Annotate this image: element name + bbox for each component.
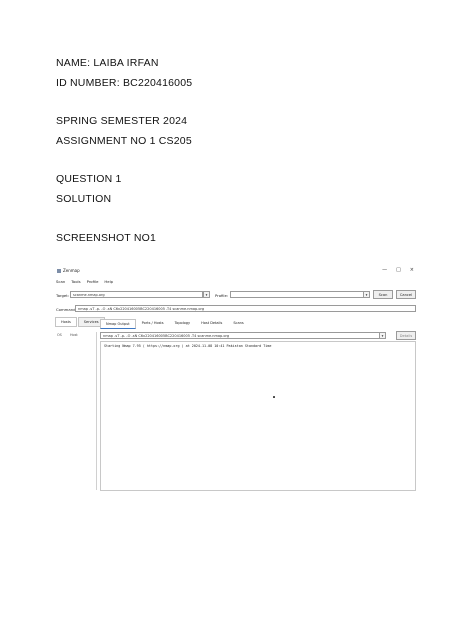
left-tabs: Hosts Services <box>55 317 106 327</box>
output-dropdown-icon[interactable]: ▾ <box>379 332 386 339</box>
tab-host-details[interactable]: Host Details <box>196 319 227 329</box>
tab-topology[interactable]: Topology <box>170 319 195 329</box>
zenmap-screenshot: Zenmap — □ × Scan Tools Profile Help Tar… <box>53 266 418 492</box>
output-tabs: Nmap Output Ports / Hosts Topology Host … <box>100 319 250 329</box>
scan-button[interactable]: Scan <box>373 290 393 299</box>
assignment-title: ASSIGNMENT NO 1 CS205 <box>56 135 192 147</box>
os-column-header[interactable]: OS <box>57 333 62 337</box>
menu-bar: Scan Tools Profile Help <box>56 279 113 284</box>
host-column-header[interactable]: Host <box>70 333 78 337</box>
target-label: Target: <box>56 293 70 298</box>
solution-heading: SOLUTION <box>56 193 112 205</box>
tab-ports-hosts[interactable]: Ports / Hosts <box>137 319 169 329</box>
zenmap-app-icon <box>57 269 61 273</box>
details-button[interactable]: Details <box>396 331 416 340</box>
close-icon[interactable]: × <box>410 267 414 273</box>
output-text: Starting Nmap 7.95 ( https://nmap.org ) … <box>104 344 272 348</box>
tab-scans[interactable]: Scans <box>228 319 248 329</box>
profile-label: Profile: <box>215 293 229 298</box>
command-label: Command: <box>56 307 77 312</box>
window-title: Zenmap <box>63 268 80 273</box>
student-name: NAME: LAIBA IRFAN <box>56 57 159 69</box>
menu-tools[interactable]: Tools <box>71 279 80 284</box>
cursor-dot <box>273 396 275 398</box>
tab-nmap-output[interactable]: Nmap Output <box>100 319 136 329</box>
maximize-icon[interactable]: □ <box>396 267 401 273</box>
screenshot-heading: SCREENSHOT NO1 <box>56 232 157 244</box>
target-input[interactable]: scanme.nmap.org <box>70 291 203 298</box>
menu-help[interactable]: Help <box>104 279 113 284</box>
minimize-icon[interactable]: — <box>382 267 387 273</box>
student-id: ID NUMBER: BC220416005 <box>56 77 193 89</box>
window-titlebar: Zenmap — □ × <box>53 266 418 277</box>
window-controls: — □ × <box>382 267 414 273</box>
menu-scan[interactable]: Scan <box>56 279 65 284</box>
question-heading: QUESTION 1 <box>56 173 122 185</box>
target-dropdown-icon[interactable]: ▾ <box>203 291 210 298</box>
output-command-select[interactable]: nmap -sT -p- -O -sN C6x220416005BC220416… <box>100 332 382 339</box>
profile-select[interactable] <box>230 291 366 298</box>
profile-dropdown-icon[interactable]: ▾ <box>363 291 370 298</box>
semester: SPRING SEMESTER 2024 <box>56 115 188 127</box>
hosts-panel: OS Host <box>56 332 97 490</box>
tab-hosts[interactable]: Hosts <box>55 317 77 327</box>
nmap-output-area[interactable]: Starting Nmap 7.95 ( https://nmap.org ) … <box>100 341 416 491</box>
command-input[interactable]: nmap -sT -p- -O -sN C6x220416005BC220416… <box>75 305 416 312</box>
menu-profile[interactable]: Profile <box>87 279 99 284</box>
cancel-button[interactable]: Cancel <box>396 290 416 299</box>
